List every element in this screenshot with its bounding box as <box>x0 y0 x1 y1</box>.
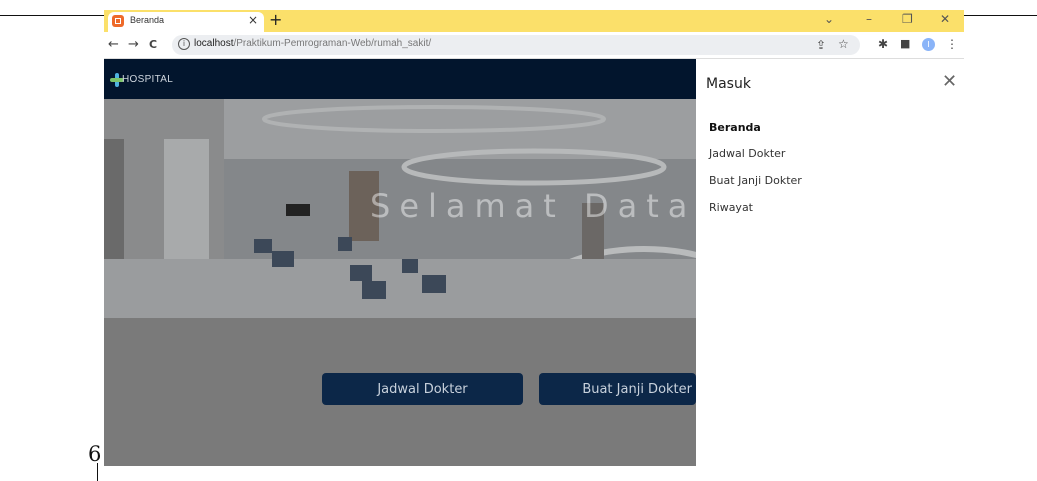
profile-avatar[interactable]: I <box>922 38 935 51</box>
offcanvas-title: Masuk <box>706 76 751 92</box>
menu-icon[interactable]: ⋮ <box>946 37 958 51</box>
forward-icon[interactable]: → <box>128 37 139 52</box>
buat-janji-dokter-button[interactable]: Buat Janji Dokter <box>539 373 696 405</box>
menu-item-riwayat[interactable]: Riwayat <box>709 201 753 214</box>
minimize-icon[interactable]: – <box>866 12 872 26</box>
tab-bar: Beranda × + ⌄ – ❐ ✕ <box>104 10 964 32</box>
browser-toolbar: ← → C i localhost/Praktikum-Pemrograman-… <box>104 32 964 59</box>
new-tab-button[interactable]: + <box>269 10 282 30</box>
tab-search-icon[interactable]: ⌄ <box>824 12 834 26</box>
hero-banner: Selamat Datang! <box>104 99 696 318</box>
browser-window: Beranda × + ⌄ – ❐ ✕ ← → C i localhost/Pr… <box>104 10 964 466</box>
site-navbar: HOSPITAL <box>104 59 696 99</box>
tab-title: Beranda <box>130 15 165 25</box>
sidepanel-icon[interactable]: ■ <box>900 37 910 50</box>
page-viewport: HOSPITAL Selamat Data Jadwal Dokter Buat… <box>104 59 964 466</box>
hero-title: Selamat Datang! <box>370 187 696 225</box>
menu-item-jadwal-dokter[interactable]: Jadwal Dokter <box>709 147 785 160</box>
page-number: 6 <box>88 442 102 466</box>
menu-item-beranda[interactable]: Beranda <box>709 121 761 134</box>
restore-icon[interactable]: ❐ <box>902 12 913 26</box>
jadwal-dokter-button[interactable]: Jadwal Dokter <box>322 373 523 405</box>
reload-icon[interactable]: C <box>149 38 157 51</box>
back-icon[interactable]: ← <box>108 37 119 52</box>
address-bar[interactable]: i localhost/Praktikum-Pemrograman-Web/ru… <box>172 35 860 55</box>
extensions-icon[interactable]: ✱ <box>878 37 888 51</box>
star-icon[interactable]: ☆ <box>838 37 849 51</box>
window-close-icon[interactable]: ✕ <box>940 12 950 26</box>
menu-item-buat-janji-dokter[interactable]: Buat Janji Dokter <box>709 174 802 187</box>
offcanvas-close-icon[interactable]: ✕ <box>942 71 957 92</box>
favicon-icon <box>112 15 124 27</box>
offcanvas-menu: Masuk ✕ Beranda Jadwal Dokter Buat Janji… <box>696 59 964 466</box>
url-text: localhost/Praktikum-Pemrograman-Web/ruma… <box>194 38 432 49</box>
tab-beranda[interactable]: Beranda × <box>108 12 264 32</box>
content-section: Jadwal Dokter Buat Janji Dokter <box>104 318 696 466</box>
logo-text[interactable]: HOSPITAL <box>122 74 173 85</box>
tab-close-icon[interactable]: × <box>248 13 258 27</box>
share-icon[interactable]: ⇪ <box>816 38 826 52</box>
site-info-icon[interactable]: i <box>178 38 190 50</box>
